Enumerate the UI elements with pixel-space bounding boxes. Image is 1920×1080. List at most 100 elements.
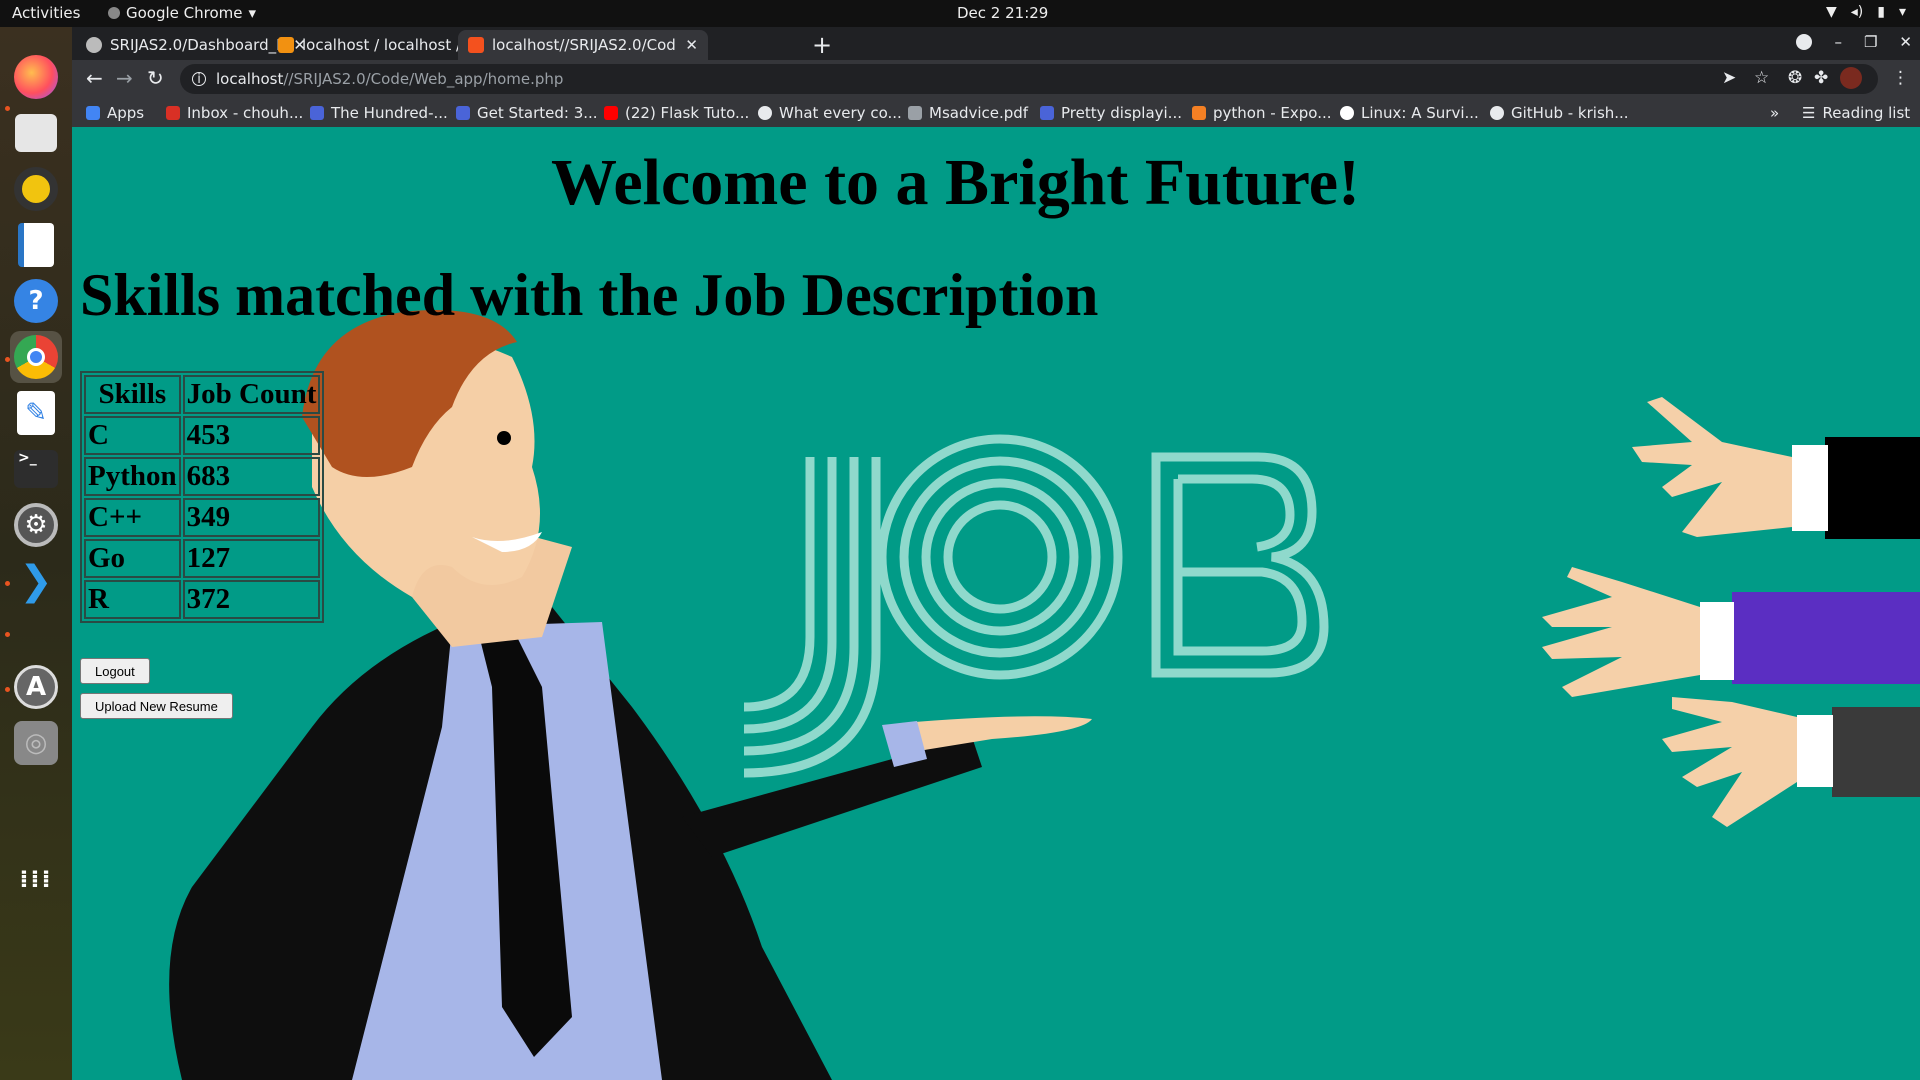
tab-title: SRIJAS2.0/Dashboard_Do bbox=[110, 36, 286, 54]
bookmark-msadvice[interactable]: Msadvice.pdf bbox=[908, 104, 1028, 122]
logout-button[interactable]: Logout bbox=[80, 658, 150, 684]
dock-help[interactable]: ? bbox=[10, 275, 62, 327]
reading-list-button[interactable]: ☰ Reading list bbox=[1802, 104, 1910, 122]
chrome-small-icon bbox=[108, 7, 120, 19]
dock-files[interactable] bbox=[10, 107, 62, 159]
job-count-cell: 683 bbox=[182, 457, 321, 496]
app-menu[interactable]: Google Chrome ▾ bbox=[108, 4, 256, 22]
job-count-cell: 127 bbox=[182, 539, 321, 578]
youtube-icon bbox=[604, 106, 618, 120]
browser-toolbar: ← → ↻ i localhost//SRIJAS2.0/Code/Web_ap… bbox=[72, 60, 1920, 98]
extensions-puzzle-icon[interactable]: ✤ bbox=[1814, 69, 1828, 87]
bookmark-github[interactable]: GitHub - krish... bbox=[1490, 104, 1629, 122]
tab-search-icon[interactable] bbox=[1796, 34, 1813, 50]
bookmark-python[interactable]: python - Expo... bbox=[1192, 104, 1332, 122]
bookmark-linux[interactable]: Linux: A Survi... bbox=[1340, 104, 1479, 122]
dock-firefox[interactable] bbox=[10, 51, 62, 103]
bookmark-pretty[interactable]: Pretty displayi... bbox=[1040, 104, 1182, 122]
kebab-menu-icon[interactable]: ⋮ bbox=[1892, 69, 1909, 87]
skill-cell: C++ bbox=[84, 498, 181, 537]
job-count-cell: 372 bbox=[182, 580, 321, 619]
running-indicator bbox=[5, 632, 10, 637]
site-info-icon[interactable]: i bbox=[192, 72, 206, 87]
reading-list-icon: ☰ bbox=[1802, 104, 1816, 122]
new-tab-button[interactable]: + bbox=[812, 31, 832, 59]
bookmark-star-icon[interactable]: ☆ bbox=[1754, 69, 1769, 87]
job-count-cell: 349 bbox=[182, 498, 321, 537]
bookmark-inbox[interactable]: Inbox - chouh... bbox=[166, 104, 303, 122]
activities-button[interactable]: Activities bbox=[12, 4, 80, 22]
dock-text-editor[interactable]: ✎ bbox=[10, 387, 62, 439]
table-row: Python 683 bbox=[84, 457, 321, 496]
page-heading: Welcome to a Bright Future! bbox=[551, 146, 1360, 219]
table-row: C 453 bbox=[84, 416, 321, 455]
restore-icon[interactable]: ❐ bbox=[1864, 33, 1877, 51]
github-favicon-icon bbox=[86, 37, 102, 53]
url-host: localhost bbox=[216, 70, 284, 88]
terminal-icon: >_ bbox=[14, 450, 58, 488]
forward-arrow-icon[interactable]: → bbox=[116, 68, 133, 88]
medium-icon bbox=[1340, 106, 1354, 120]
bookmark-get-started[interactable]: Get Started: 3... bbox=[456, 104, 598, 122]
rhythmbox-icon bbox=[14, 167, 58, 211]
bookmark-hundred[interactable]: The Hundred-... bbox=[310, 104, 448, 122]
dock-rhythmbox[interactable] bbox=[10, 163, 62, 215]
send-tab-icon[interactable]: ➤ bbox=[1722, 69, 1736, 87]
back-arrow-icon[interactable]: ← bbox=[86, 68, 103, 88]
table-row: Go 127 bbox=[84, 539, 321, 578]
tab-strip: SRIJAS2.0/Dashboard_Do ✕ localhost / loc… bbox=[72, 27, 1920, 60]
vscode-icon: ❯ bbox=[19, 558, 53, 604]
system-top-bar: Activities Google Chrome ▾ Dec 2 21:29 ▼… bbox=[0, 0, 1920, 27]
chevron-down-icon: ▾ bbox=[1898, 4, 1906, 20]
dock-vscode[interactable]: ❯ bbox=[10, 555, 62, 607]
software-icon: A bbox=[14, 665, 58, 709]
table-header-row: Skills Job Count bbox=[84, 375, 321, 414]
battery-icon: ▮ bbox=[1877, 4, 1885, 20]
app-grid-icon: ⁞⁞⁞ bbox=[19, 865, 53, 893]
web-page: Welcome to a Bright Future! Skills match… bbox=[72, 127, 1920, 1080]
clock[interactable]: Dec 2 21:29 bbox=[957, 4, 1048, 22]
pdf-icon bbox=[908, 106, 922, 120]
profile-avatar[interactable] bbox=[1840, 67, 1862, 89]
bookmark-favicon-icon bbox=[456, 106, 470, 120]
address-bar[interactable]: i localhost//SRIJAS2.0/Code/Web_app/home… bbox=[180, 64, 1878, 94]
apps-grid-icon bbox=[86, 106, 100, 120]
dock-settings[interactable]: ⚙ bbox=[10, 499, 62, 551]
url-path: //SRIJAS2.0/Code/Web_app/home.php bbox=[283, 70, 564, 88]
close-tab-icon[interactable]: ✕ bbox=[685, 36, 698, 54]
writer-icon bbox=[18, 223, 54, 267]
column-header-skills: Skills bbox=[84, 375, 181, 414]
stackoverflow-icon bbox=[1192, 106, 1206, 120]
extension-icon[interactable]: ❂ bbox=[1788, 69, 1802, 87]
reload-icon[interactable]: ↻ bbox=[147, 68, 164, 88]
wifi-icon: ▼ bbox=[1825, 4, 1837, 20]
volume-icon: ◂) bbox=[1850, 4, 1864, 20]
minimize-icon[interactable]: – bbox=[1834, 33, 1842, 51]
help-icon: ? bbox=[14, 279, 58, 323]
tab-title: localhost / localhost / db_ bbox=[302, 36, 482, 54]
bookmarks-overflow-button[interactable]: » bbox=[1770, 104, 1779, 122]
dock-app-grid[interactable]: ⁞⁞⁞ bbox=[10, 853, 62, 905]
globe-icon bbox=[758, 106, 772, 120]
dock-writer[interactable] bbox=[10, 219, 62, 271]
skills-table: Skills Job Count C 453 Python 683 C++ 34… bbox=[80, 371, 325, 623]
gmail-icon bbox=[166, 106, 180, 120]
close-window-icon[interactable]: ✕ bbox=[1899, 33, 1912, 51]
phpmyadmin-favicon-icon bbox=[278, 37, 294, 53]
upload-resume-button[interactable]: Upload New Resume bbox=[80, 693, 233, 719]
system-tray[interactable]: ▼ ◂) ▮ ▾ bbox=[1826, 4, 1906, 20]
bookmark-what-every[interactable]: What every co... bbox=[758, 104, 902, 122]
bookmark-apps[interactable]: Apps bbox=[86, 104, 144, 122]
column-header-job-count: Job Count bbox=[182, 375, 321, 414]
bookmark-flask[interactable]: (22) Flask Tuto... bbox=[604, 104, 749, 122]
dock-chrome[interactable] bbox=[10, 331, 62, 383]
app-menu-label: Google Chrome bbox=[126, 4, 243, 22]
tab-home-php[interactable]: localhost//SRIJAS2.0/Cod ✕ bbox=[458, 30, 708, 60]
files-icon bbox=[15, 114, 57, 152]
dock-software[interactable]: A bbox=[10, 661, 62, 713]
skill-cell: C bbox=[84, 416, 181, 455]
page-subheading: Skills matched with the Job Description bbox=[80, 262, 1099, 328]
hands-graphic bbox=[1542, 397, 1920, 827]
dock-terminal[interactable]: >_ bbox=[10, 443, 62, 495]
dock-disc[interactable]: ◎ bbox=[10, 717, 62, 769]
